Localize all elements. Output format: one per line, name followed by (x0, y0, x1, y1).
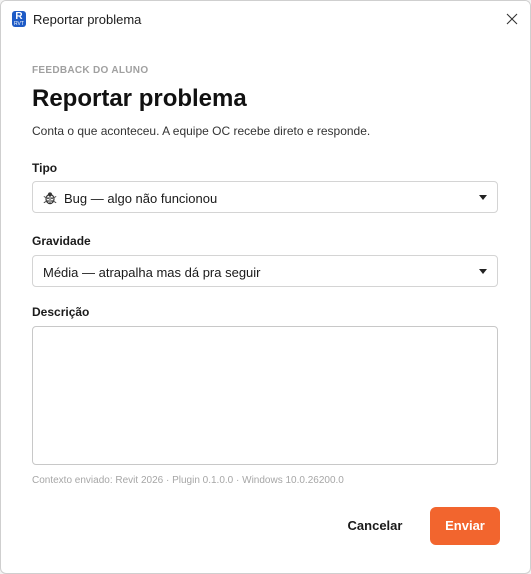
close-button[interactable] (500, 7, 524, 31)
severity-select[interactable]: Média — atrapalha mas dá pra seguir (32, 255, 498, 287)
severity-label: Gravidade (32, 234, 91, 248)
description-label: Descrição (32, 305, 90, 319)
description-textarea[interactable] (32, 326, 498, 465)
app-icon-subtext: RVT (14, 21, 24, 27)
send-button[interactable]: Enviar (430, 507, 500, 545)
context-info: Contexto enviado: Revit 2026 · Plugin 0.… (32, 475, 344, 486)
dialog-window: R RVT Reportar problema FEEDBACK DO ALUN… (0, 0, 531, 574)
close-icon[interactable] (506, 13, 518, 25)
chevron-down-icon (479, 269, 487, 274)
window-title: Reportar problema (33, 12, 142, 27)
type-select[interactable]: Bug — algo não funcionou (32, 181, 498, 213)
page-title: Reportar problema (32, 85, 247, 112)
type-label: Tipo (32, 161, 58, 175)
eyebrow-label: FEEDBACK DO ALUNO (32, 65, 149, 76)
severity-select-value: Média — atrapalha mas dá pra seguir (43, 265, 261, 280)
revit-app-icon: R RVT (12, 11, 26, 27)
title-bar: R RVT Reportar problema (1, 1, 530, 37)
type-select-value: Bug — algo não funcionou (64, 191, 218, 206)
chevron-down-icon (479, 195, 487, 200)
cancel-button[interactable]: Cancelar (333, 507, 417, 545)
bug-icon (43, 192, 57, 205)
page-subtitle: Conta o que aconteceu. A equipe OC receb… (32, 124, 371, 138)
